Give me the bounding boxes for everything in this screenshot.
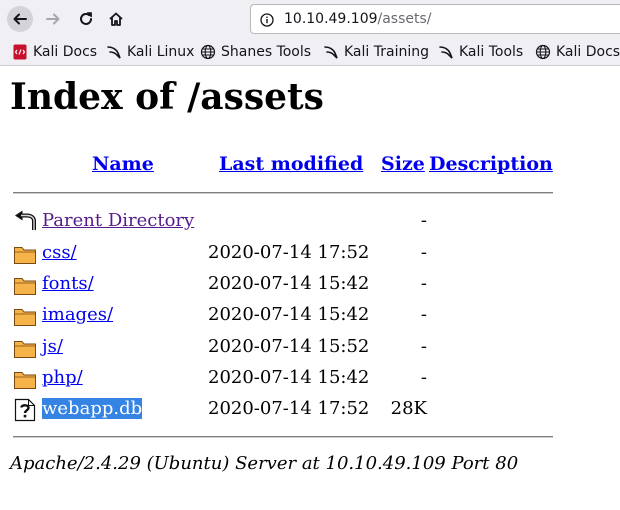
folder-icon xyxy=(14,278,36,295)
bookmark-kali-linux[interactable]: Kali Linux xyxy=(106,38,194,65)
parent-directory-icon xyxy=(15,210,36,230)
table-row: images/ 2020-07-14 15:42 - xyxy=(0,301,620,331)
file-modified: 2020-07-14 15:42 xyxy=(208,367,370,388)
url-text[interactable]: 10.10.49.109/assets/ xyxy=(284,11,432,27)
server-signature: Apache/2.4.29 (Ubuntu) Server at 10.10.4… xyxy=(10,453,519,474)
reload-button[interactable] xyxy=(73,6,99,32)
column-header-size[interactable]: Size xyxy=(381,153,425,175)
file-link-js[interactable]: js/ xyxy=(42,336,63,357)
table-row: php/ 2020-07-14 15:42 - xyxy=(0,364,620,394)
file-size: - xyxy=(420,304,427,325)
header-divider xyxy=(13,192,553,194)
home-icon xyxy=(109,12,123,26)
file-modified: 2020-07-14 15:42 xyxy=(208,304,370,325)
bookmark-kali-docs-2[interactable]: Kali Docs xyxy=(535,38,620,65)
bookmark-label: Kali Training xyxy=(344,43,429,60)
folder-icon xyxy=(14,341,36,358)
home-button[interactable] xyxy=(103,6,129,32)
table-row: Parent Directory - xyxy=(0,207,620,237)
file-size: - xyxy=(420,210,427,231)
file-link-php[interactable]: php/ xyxy=(42,367,83,388)
file-size: - xyxy=(420,336,427,357)
forward-button[interactable] xyxy=(40,6,66,32)
bookmark-label: Kali Tools xyxy=(459,43,524,60)
table-row: webapp.db 2020-07-14 17:52 28K xyxy=(0,395,620,425)
folder-icon xyxy=(14,372,36,389)
file-link-parent-directory[interactable]: Parent Directory xyxy=(42,210,194,231)
back-button[interactable] xyxy=(7,6,33,32)
file-modified: 2020-07-14 15:42 xyxy=(208,273,370,294)
bookmark-shanes-tools[interactable]: Shanes Tools xyxy=(200,38,311,65)
info-icon[interactable] xyxy=(260,13,274,27)
arrow-right-icon xyxy=(46,13,60,25)
file-size: 28K xyxy=(390,398,427,419)
table-row: fonts/ 2020-07-14 15:42 - xyxy=(0,270,620,300)
bookmark-kali-tools[interactable]: Kali Tools xyxy=(438,38,523,65)
table-row: js/ 2020-07-14 15:52 - xyxy=(0,333,620,363)
column-header-name[interactable]: Name xyxy=(92,153,154,175)
file-link-fonts[interactable]: fonts/ xyxy=(42,273,94,294)
file-modified: 2020-07-14 17:52 xyxy=(208,398,370,419)
address-bar[interactable]: 10.10.49.109/assets/ xyxy=(250,4,620,34)
unknown-file-icon xyxy=(14,398,36,422)
kali-docs-icon xyxy=(12,44,28,60)
file-size: - xyxy=(420,367,427,388)
folder-icon xyxy=(14,309,36,326)
bookmark-kali-docs[interactable]: Kali Docs xyxy=(12,38,97,65)
bookmarks-toolbar: Kali Docs Kali Linux Shanes Tools Kali T… xyxy=(0,38,620,66)
file-modified: 2020-07-14 15:52 xyxy=(208,336,370,357)
column-header-description[interactable]: Description xyxy=(429,153,553,175)
file-size: - xyxy=(420,242,427,263)
kali-dragon-icon xyxy=(106,44,122,60)
bookmark-label: Kali Docs xyxy=(556,43,620,60)
folder-icon xyxy=(14,247,36,264)
bookmark-label: Shanes Tools xyxy=(221,43,312,60)
file-link-css[interactable]: css/ xyxy=(42,242,77,263)
file-size: - xyxy=(420,273,427,294)
bookmark-label: Kali Docs xyxy=(33,43,98,60)
page-title: Index of /assets xyxy=(10,76,324,118)
file-modified: 2020-07-14 17:52 xyxy=(208,242,370,263)
globe-icon xyxy=(535,44,551,60)
kali-dragon-icon xyxy=(438,44,454,60)
file-link-images[interactable]: images/ xyxy=(42,304,113,325)
globe-icon xyxy=(200,44,216,60)
url-host: 10.10.49.109 xyxy=(284,11,378,27)
reload-icon xyxy=(80,12,92,25)
column-header-last-modified[interactable]: Last modified xyxy=(219,153,363,175)
file-link-webapp-db[interactable]: webapp.db xyxy=(42,398,143,419)
bookmark-kali-training[interactable]: Kali Training xyxy=(323,38,429,65)
browser-toolbar: 10.10.49.109/assets/ xyxy=(0,0,620,38)
footer-divider xyxy=(13,436,553,438)
table-row: css/ 2020-07-14 17:52 - xyxy=(0,239,620,269)
arrow-left-icon xyxy=(13,13,27,25)
bookmark-label: Kali Linux xyxy=(127,43,195,60)
url-path: /assets/ xyxy=(377,11,432,27)
kali-dragon-icon xyxy=(323,44,339,60)
